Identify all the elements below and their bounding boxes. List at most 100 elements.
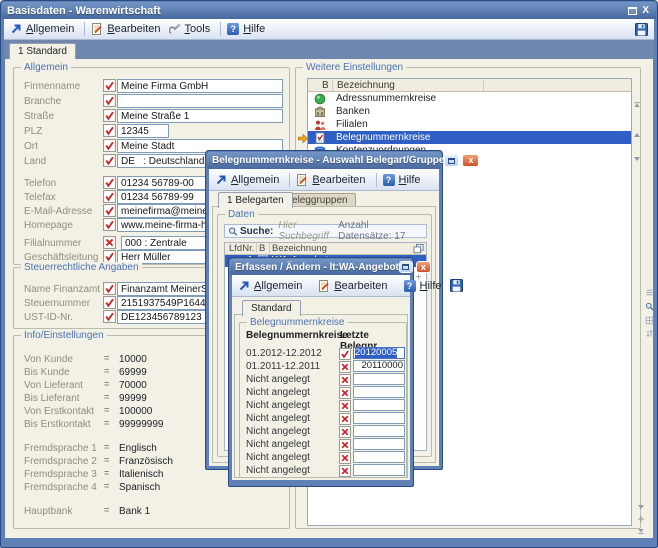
field-input-plz[interactable]: [117, 124, 169, 138]
info-value-bis-lieferant: 99999: [119, 393, 147, 404]
letzte-belegnr-input[interactable]: 20110000: [353, 360, 405, 372]
menu-label-bearbeiten: Bearbeiten: [107, 23, 160, 35]
nummernkreis-label: Nicht angelegt: [246, 439, 310, 450]
dialog2-restore-icon[interactable]: [399, 261, 413, 273]
status-check-icon[interactable]: [103, 296, 116, 309]
letzte-belegnr-input[interactable]: 20120005: [353, 347, 405, 359]
selected-text: 20120005: [355, 347, 397, 358]
equals-icon: =: [104, 392, 108, 402]
status-check-icon[interactable]: [103, 310, 116, 323]
dialog2-close-button[interactable]: x: [416, 261, 431, 273]
sort-icon[interactable]: [645, 325, 654, 334]
info-value-fremdsprache-2: Französisch: [119, 456, 173, 467]
status-check-icon[interactable]: [103, 109, 116, 122]
status-x-icon[interactable]: [339, 386, 351, 398]
dialog1-close-button[interactable]: x: [462, 154, 479, 167]
letzte-belegnr-input[interactable]: [353, 399, 405, 411]
window-title: Basisdaten - Warenwirtschaft: [7, 5, 161, 17]
menu-item-hilfe[interactable]: ?Hilfe: [404, 280, 442, 292]
main-titlebar: Basisdaten - Warenwirtschaft X: [2, 2, 656, 19]
dialog1-restore-icon[interactable]: [444, 154, 459, 167]
status-check-icon[interactable]: [103, 282, 116, 295]
info-label-fremdsprache-1: Fremdsprache 1: [24, 443, 97, 454]
status-x-icon[interactable]: [339, 373, 351, 385]
status-x-icon[interactable]: [339, 412, 351, 424]
menu-item-allgemein[interactable]: Allgemein: [215, 174, 279, 186]
status-x-icon[interactable]: [339, 360, 351, 372]
dialog1-tab-belegarten[interactable]: 1 Belegarten: [218, 192, 293, 208]
menu-item-allgemein[interactable]: Allgemein: [238, 280, 302, 292]
equals-icon: =: [104, 405, 108, 415]
field-label-e-mail-adresse: E-Mail-Adresse: [24, 206, 92, 217]
status-check-icon[interactable]: [339, 347, 351, 359]
status-check-icon[interactable]: [103, 94, 116, 107]
save-button[interactable]: [635, 23, 648, 36]
bank-icon: [314, 106, 326, 118]
tree-item-filialen[interactable]: Filialen: [308, 118, 631, 131]
menu-item-allgemein[interactable]: Allgemein: [10, 23, 74, 35]
nummernkreis-row-0: 01.2012-12.201220120005: [240, 347, 406, 360]
status-check-icon[interactable]: [103, 204, 116, 217]
tree-item-banken[interactable]: Banken: [308, 105, 631, 118]
status-check-icon[interactable]: [103, 154, 116, 167]
letzte-belegnr-input[interactable]: [353, 386, 405, 398]
status-check-icon[interactable]: [103, 124, 116, 137]
letzte-belegnr-input[interactable]: [353, 373, 405, 385]
menu-label-bearbeiten: Bearbeiten: [334, 280, 387, 292]
field-input-stra-e[interactable]: [117, 109, 283, 123]
status-x-icon[interactable]: [339, 451, 351, 463]
scroll-top-icon[interactable]: [633, 96, 641, 104]
nummernkreis-row-9: Nicht angelegt: [240, 464, 406, 477]
status-x-icon[interactable]: [339, 425, 351, 437]
nummernkreis-row-3: Nicht angelegt: [240, 386, 406, 399]
menu-item-bearbeiten[interactable]: Bearbeiten: [318, 280, 387, 292]
menu-item-tools[interactable]: Tools: [169, 23, 211, 35]
grid-icon[interactable]: [645, 312, 654, 321]
tree-item-belegnummernkreise[interactable]: Belegnummernkreise: [308, 131, 631, 144]
info-value-von-erstkontakt: 100000: [119, 406, 152, 417]
field-input-branche[interactable]: [117, 94, 283, 108]
letzte-belegnr-input[interactable]: [353, 425, 405, 437]
status-check-icon[interactable]: [103, 176, 116, 189]
status-x-icon[interactable]: [339, 399, 351, 411]
dialog2-titlebar: Erfassen / Ändern - lt:WA-Angebot x: [230, 259, 412, 275]
status-check-icon[interactable]: [103, 79, 116, 92]
letzte-belegnr-input[interactable]: [353, 464, 405, 476]
equals-icon: =: [104, 468, 108, 478]
scroll-bottom-icon[interactable]: [637, 522, 645, 530]
scroll-up-icon[interactable]: [633, 126, 641, 134]
menu-lines-icon[interactable]: [645, 284, 654, 293]
close-button[interactable]: X: [640, 5, 651, 16]
nummernkreis-label: Nicht angelegt: [246, 465, 310, 476]
scroll-down-icon[interactable]: [637, 498, 645, 506]
status-x-icon[interactable]: [339, 464, 351, 476]
dialog2-tab-standard[interactable]: Standard: [242, 300, 301, 316]
tree-item-adressnummernkreise[interactable]: Adressnummernkreise: [308, 92, 631, 105]
column-config-icon[interactable]: [413, 244, 424, 254]
scroll-down-icon[interactable]: [633, 150, 641, 158]
search-input[interactable]: Hier Suchbegriff: [278, 220, 338, 242]
field-input-firmenname[interactable]: [117, 79, 283, 93]
menu-item-hilfe[interactable]: ?Hilfe: [227, 23, 265, 35]
menu-item-bearbeiten[interactable]: Bearbeiten: [296, 174, 365, 186]
status-check-icon[interactable]: [103, 218, 116, 231]
document-icon: [314, 132, 326, 144]
menu-label-tools: Tools: [185, 23, 211, 35]
save-button[interactable]: [450, 279, 463, 292]
status-x-icon[interactable]: [103, 236, 116, 249]
column-bezeichnung: Bezeichnung: [272, 243, 327, 254]
letzte-belegnr-input[interactable]: [353, 451, 405, 463]
status-check-icon[interactable]: [103, 139, 116, 152]
menu-item-bearbeiten[interactable]: Bearbeiten: [91, 23, 160, 35]
magnifier-icon[interactable]: [645, 298, 654, 307]
tab-1-standard[interactable]: 1 Standard: [9, 43, 76, 59]
menu-item-hilfe[interactable]: ?Hilfe: [383, 174, 421, 186]
add-icon[interactable]: [637, 510, 645, 518]
restore-icon[interactable]: [628, 7, 637, 15]
letzte-belegnr-input[interactable]: [353, 412, 405, 424]
letzte-belegnr-input[interactable]: [353, 438, 405, 450]
info-label-fremdsprache-4: Fremdsprache 4: [24, 482, 97, 493]
status-check-icon[interactable]: [103, 190, 116, 203]
field-label-plz: PLZ: [24, 126, 42, 137]
status-x-icon[interactable]: [339, 438, 351, 450]
